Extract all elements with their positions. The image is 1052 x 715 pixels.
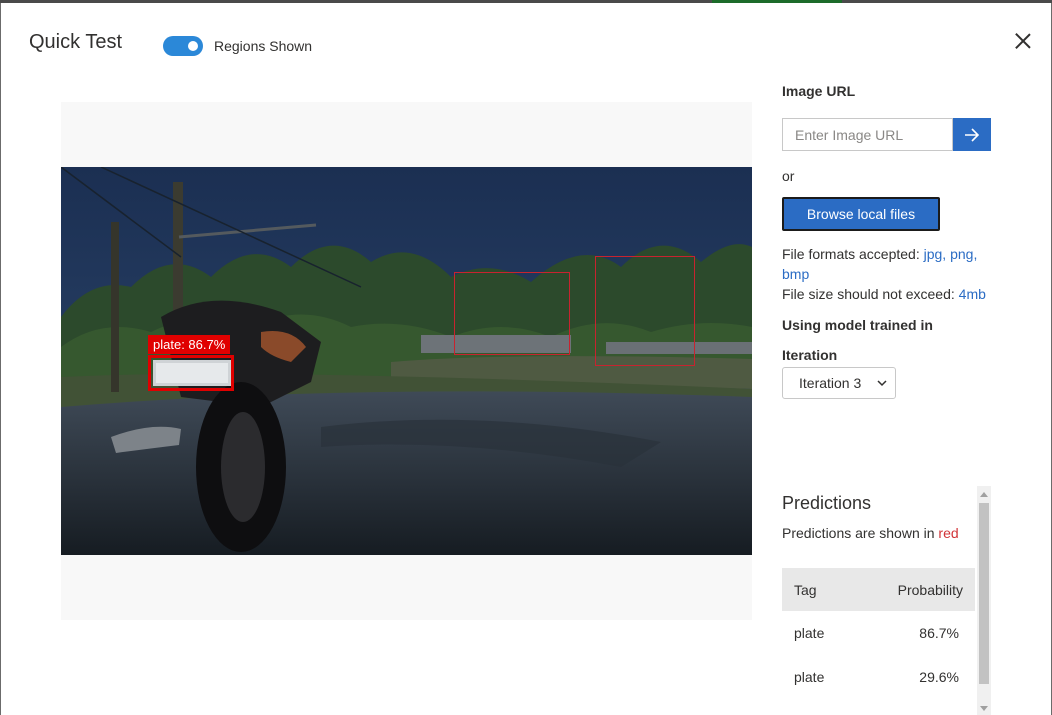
- scroll-up-arrow-icon[interactable]: [980, 492, 988, 497]
- row-probability: 86.7%: [919, 625, 959, 641]
- predictions-subtitle-prefix: Predictions are shown in: [782, 525, 939, 541]
- predictions-table: Tag Probability plate 86.7% plate 29.6%: [782, 568, 975, 699]
- table-row[interactable]: plate 29.6%: [782, 655, 975, 699]
- regions-shown-label: Regions Shown: [214, 38, 313, 54]
- iteration-select[interactable]: Iteration 3: [782, 367, 896, 399]
- table-row[interactable]: plate 86.7%: [782, 611, 975, 655]
- predictions-title: Predictions: [782, 493, 872, 513]
- scrollbar-thumb[interactable]: [979, 503, 989, 684]
- chevron-down-icon: [877, 380, 887, 387]
- scroll-down-arrow-icon[interactable]: [980, 706, 988, 711]
- file-size-info: File size should not exceed: 4mb: [782, 284, 987, 304]
- or-text: or: [782, 168, 795, 184]
- column-header-probability: Probability: [897, 581, 963, 598]
- file-formats-prefix: File formats accepted:: [782, 246, 924, 262]
- toggle-knob: [188, 41, 198, 51]
- image-preview-area: plate: 86.7%: [61, 102, 752, 620]
- iteration-selected-value: Iteration 3: [799, 375, 862, 391]
- submit-url-button[interactable]: [953, 118, 991, 151]
- prediction-region[interactable]: [595, 256, 695, 366]
- test-image: plate: 86.7%: [61, 167, 752, 555]
- dialog-title: Quick Test: [29, 31, 122, 53]
- row-tag: plate: [794, 669, 825, 685]
- file-size-value: 4mb: [958, 286, 986, 302]
- file-formats-info: File formats accepted: jpg, png, bmp: [782, 244, 987, 284]
- quick-test-dialog: Quick Test Regions Shown plate: 86.7% Im…: [1, 3, 1051, 715]
- prediction-region-plate[interactable]: [148, 355, 234, 391]
- regions-shown-toggle[interactable]: [163, 36, 203, 56]
- browse-local-files-button[interactable]: Browse local files: [782, 197, 940, 231]
- region-label: plate: 86.7%: [148, 335, 231, 354]
- right-panel: Image URL or Browse local files File for…: [782, 3, 1042, 715]
- file-size-prefix: File size should not exceed:: [782, 286, 959, 302]
- image-url-input[interactable]: [782, 118, 953, 151]
- iteration-label: Iteration: [782, 347, 838, 363]
- model-label: Using model trained in: [782, 317, 933, 333]
- prediction-region[interactable]: [454, 272, 570, 355]
- predictions-subtitle: Predictions are shown in red: [782, 525, 959, 541]
- row-probability: 29.6%: [919, 669, 959, 685]
- predictions-color-word: red: [938, 525, 959, 541]
- predictions-scrollbar[interactable]: [977, 486, 991, 715]
- image-url-label: Image URL: [782, 83, 856, 99]
- column-header-tag: Tag: [794, 581, 817, 598]
- row-tag: plate: [794, 625, 825, 641]
- table-header: Tag Probability: [782, 568, 975, 611]
- arrow-right-icon: [965, 127, 980, 142]
